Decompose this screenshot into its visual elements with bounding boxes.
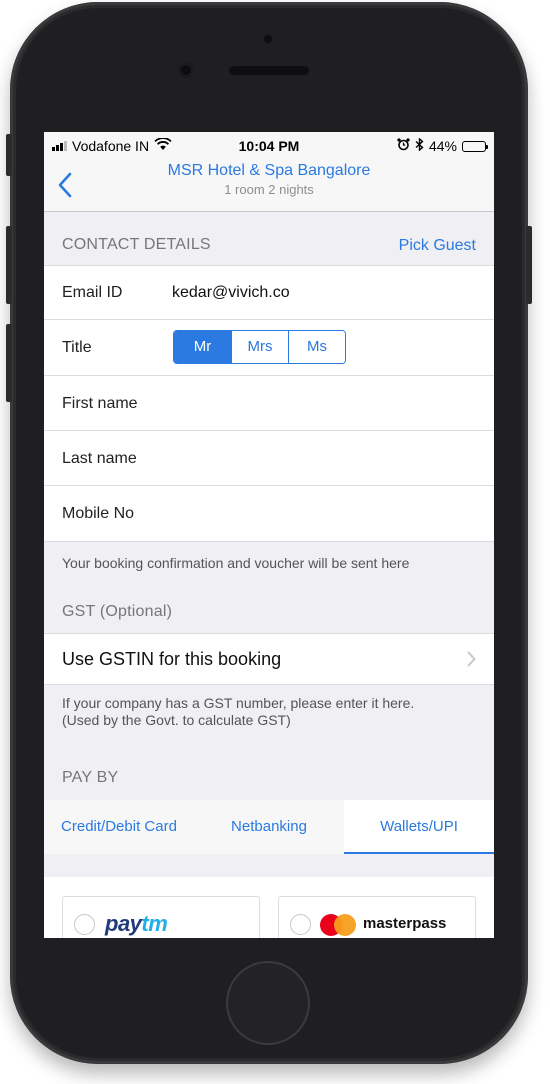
last-name-label: Last name [62,450,137,467]
side-button-volume-down [6,324,12,402]
app-screen: Vodafone IN 10:04 PM 44% MSR Hotel & Spa… [44,132,494,938]
status-bar: Vodafone IN 10:04 PM 44% [44,132,494,160]
contact-note: Your booking confirmation and voucher wi… [62,555,410,571]
first-name-label: First name [62,395,138,412]
tab-wallets-upi[interactable]: Wallets/UPI [344,800,494,854]
contact-section-header: CONTACT DETAILS Pick Guest [44,213,494,265]
email-field[interactable]: kedar@vivich.co [172,284,290,302]
title-option-mr[interactable]: Mr [174,331,231,363]
paytm-radio[interactable] [74,914,95,935]
alarm-icon [397,138,410,154]
chevron-right-icon [467,651,476,672]
wallet-options: paytm masterpass [44,877,494,938]
front-camera [178,62,194,78]
tab-credit-debit-card[interactable]: Credit/Debit Card [44,800,194,854]
mobile-label: Mobile No [62,505,135,522]
wallet-option-paytm[interactable]: paytm [62,896,260,938]
masterpass-label: masterpass [363,915,447,932]
pick-guest-link[interactable]: Pick Guest [399,237,476,255]
mobile-field[interactable]: Mobile No [44,486,494,542]
hotel-title: MSR Hotel & Spa Bangalore [167,162,371,179]
contact-section-title: CONTACT DETAILS [62,236,211,253]
gstin-toggle-row[interactable]: Use GSTIN for this booking [44,633,494,685]
masterpass-radio[interactable] [290,914,311,935]
gstin-label: Use GSTIN for this booking [62,649,282,669]
earpiece-speaker [229,66,309,75]
title-option-ms[interactable]: Ms [288,331,345,363]
side-button-mute [6,134,12,176]
wallet-option-masterpass[interactable]: masterpass [278,896,476,938]
title-segmented-control[interactable]: Mr Mrs Ms [173,330,346,364]
paytm-logo-tm: tm [141,911,168,936]
bluetooth-icon [415,137,424,154]
battery-percent: 44% [428,138,457,154]
gst-section-title: GST (Optional) [62,603,173,620]
gst-note-line2: (Used by the Govt. to calculate GST) [62,712,291,728]
gst-note-line1: If your company has a GST number, please… [62,695,415,711]
tab-netbanking[interactable]: Netbanking [194,800,344,854]
payment-tabs: Credit/Debit Card Netbanking Wallets/UPI [44,800,494,854]
last-name-field[interactable]: Last name [44,431,494,486]
first-name-field[interactable]: First name [44,376,494,431]
email-row[interactable]: Email ID kedar@vivich.co [44,265,494,320]
paytm-logo: paytm [105,911,168,937]
mastercard-logo-icon [320,914,356,936]
navigation-bar: MSR Hotel & Spa Bangalore 1 room 2 night… [44,160,494,212]
side-button-volume-up [6,226,12,304]
title-row: Title Mr Mrs Ms [44,320,494,376]
proximity-sensor [264,35,272,43]
title-option-mrs[interactable]: Mrs [231,331,288,363]
battery-icon [462,140,488,152]
home-button[interactable] [226,961,310,1045]
email-label: Email ID [62,284,123,301]
pay-section-title: PAY BY [62,769,119,786]
side-button-power [526,226,532,304]
stay-summary: 1 room 2 nights [224,182,314,197]
title-label: Title [62,339,92,356]
status-right: 44% [397,137,488,154]
paytm-logo-pay: pay [105,911,142,936]
